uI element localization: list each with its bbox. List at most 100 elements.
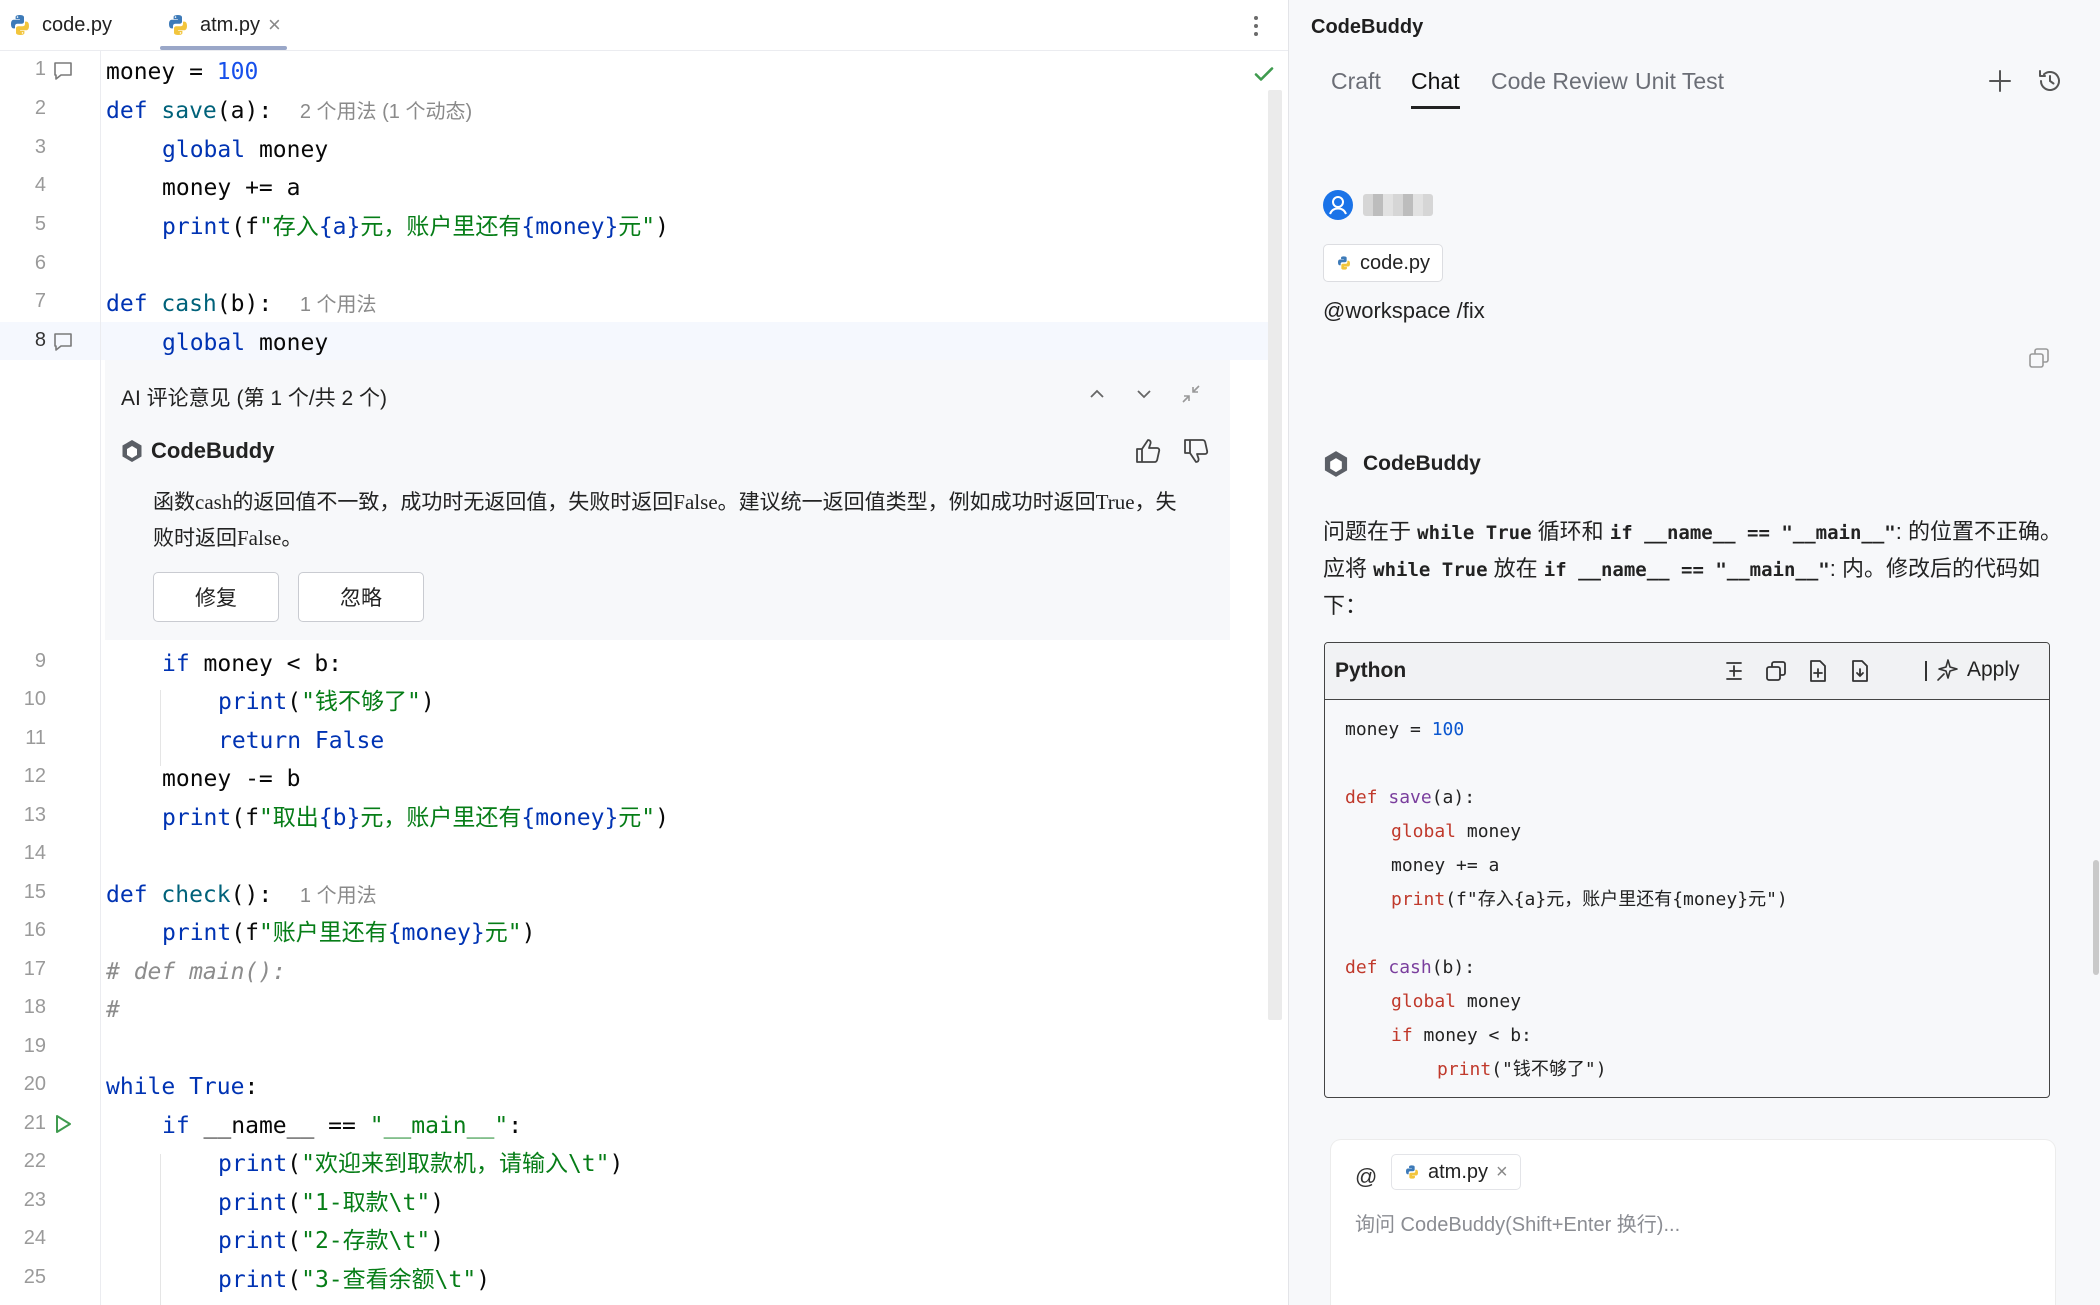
indent-guide [160,1154,161,1305]
code-line[interactable]: if __name__ == "__main__": [162,1107,522,1145]
copy-code-icon[interactable] [1763,658,1789,684]
code-line[interactable]: print(f"账户里还有{money}元") [162,914,535,952]
code-line[interactable]: # def main(): [106,953,286,991]
codebuddy-logo-icon [1324,451,1348,477]
mention-button[interactable]: @ [1355,1164,1377,1190]
editor-tab-bar: code.py atm.py × [0,0,1288,51]
tab-label: atm.py [200,13,261,36]
fix-button[interactable]: 修复 [153,572,279,622]
code-line: global money [1391,991,1522,1012]
code-line[interactable]: money = 100 [106,53,258,91]
editor-scrollbar[interactable] [1268,90,1282,1020]
line-number: 16 [23,919,46,941]
tab-unit-test[interactable]: Unit Test [1635,68,1724,95]
code-line[interactable]: print("钱不够了") [218,683,435,721]
usage-hint: 1 个用法 [299,294,377,316]
code-line[interactable]: # [106,991,120,1029]
code-line[interactable]: print("1-取款\t") [218,1184,444,1222]
python-file-icon [169,15,187,35]
tab-code-review[interactable]: Code Review [1491,68,1628,95]
tab-chat[interactable]: Chat [1411,68,1460,109]
line-number: 13 [23,804,46,826]
chat-scrollbar[interactable] [2093,860,2099,975]
user-avatar-icon [1323,190,1353,220]
line-number: 1 [34,58,46,80]
new-chat-icon[interactable] [1985,66,2015,96]
line-number: 8 [34,329,46,351]
line-number: 24 [23,1227,46,1249]
active-tab-indicator [1411,106,1460,109]
code-line: money = 100 [1345,719,1465,740]
line-number: 3 [34,136,46,158]
attached-file-chip[interactable]: atm.py × [1391,1154,1521,1190]
line-number: 19 [23,1035,46,1057]
line-number: 22 [23,1150,46,1172]
code-line[interactable]: while True: [106,1068,258,1106]
usage-hint: 2 个用法 (1 个动态) [299,101,473,123]
code-line[interactable]: print("欢迎来到取款机，请输入\t") [218,1145,623,1183]
remove-file-icon[interactable]: × [1496,1161,1508,1184]
tab-label: code.py [42,13,113,36]
code-line[interactable]: print(f"取出{b}元，账户里还有{money}元") [162,799,669,837]
line-number: 11 [25,727,46,749]
new-file-icon[interactable] [1805,658,1831,684]
thumbs-up-icon[interactable] [1133,436,1163,466]
code-line[interactable]: def save(a): 2 个用法 (1 个动态) [106,92,472,130]
copy-icon[interactable] [2027,346,2051,370]
redacted-username [1363,194,1433,216]
usage-hint: 1 个用法 [299,885,377,907]
python-file-icon [11,15,29,35]
previous-comment-icon[interactable] [1085,382,1109,406]
code-line[interactable]: print("2-存款\t") [218,1222,444,1260]
thumbs-down-icon[interactable] [1181,436,1211,466]
user-message: @workspace /fix [1323,298,1485,323]
code-line[interactable]: return False [218,722,384,760]
comment-icon[interactable] [52,60,74,82]
code-line[interactable]: def check(): 1 个用法 [106,876,377,914]
line-number: 5 [34,213,46,235]
code-line[interactable]: global money [162,324,328,362]
code-block-toolbar: Python Apply [1325,643,2049,700]
no-problems-check-icon[interactable] [1252,62,1276,86]
python-file-icon [1338,256,1350,270]
ai-review-panel: AI 评论意见 (第 1 个/共 2 个) CodeBuddy 函数cash的返… [105,360,1230,640]
code-line[interactable]: global money [162,131,328,169]
assistant-message-header: CodeBuddy [1323,450,1481,478]
run-icon[interactable] [52,1113,74,1135]
context-file-chip[interactable]: code.py [1323,244,1444,282]
tab-craft[interactable]: Craft [1331,68,1381,95]
code-line: print("钱不够了") [1437,1059,1607,1080]
diff-file-icon[interactable] [1847,658,1873,684]
close-tab-icon[interactable]: × [268,12,281,38]
tab-code-py[interactable]: code.py [8,0,112,50]
code-line[interactable]: print("3-查看余额\t") [218,1261,490,1299]
collapse-icon[interactable] [1179,382,1203,406]
history-icon[interactable] [2035,66,2065,96]
line-number: 7 [34,290,46,312]
comment-icon[interactable] [52,331,74,353]
code-editor[interactable]: code.py atm.py × 1 2 3 4 5 6 7 8 9 10 11… [0,0,1288,1305]
code-line[interactable]: print(f"存入{a}元，账户里还有{money}元") [162,208,669,246]
next-comment-icon[interactable] [1132,382,1156,406]
chat-input-placeholder[interactable]: 询问 CodeBuddy(Shift+Enter 换行)... [1355,1208,1680,1237]
code-language: Python [1335,659,1407,682]
review-header: AI 评论意见 (第 1 个/共 2 个) [121,387,388,410]
sparkle-icon [1937,659,1958,681]
chat-input-box[interactable]: @ atm.py × 询问 CodeBuddy(Shift+Enter 换行).… [1331,1140,2055,1305]
codebuddy-logo-icon [122,440,142,462]
code-line[interactable]: money -= b [162,760,300,798]
panel-title: CodeBuddy [1311,16,1424,38]
code-line: if money < b: [1391,1025,1532,1046]
code-line[interactable]: def cash(b): 1 个用法 [106,285,377,323]
code-line[interactable]: if money < b: [162,645,342,683]
code-line: def save(a): [1345,787,1476,808]
indent-guide [160,690,161,766]
tab-atm-py[interactable]: atm.py × [160,0,287,50]
code-line[interactable]: money += a [162,169,300,207]
python-file-icon [1406,1165,1418,1179]
ignore-button[interactable]: 忽略 [298,572,424,622]
more-options-icon[interactable] [1252,12,1260,40]
code-line: print(f"存入{a}元，账户里还有{money}元") [1391,889,1788,910]
apply-button[interactable]: Apply [1935,657,2020,683]
insert-at-cursor-icon[interactable] [1721,658,1747,684]
